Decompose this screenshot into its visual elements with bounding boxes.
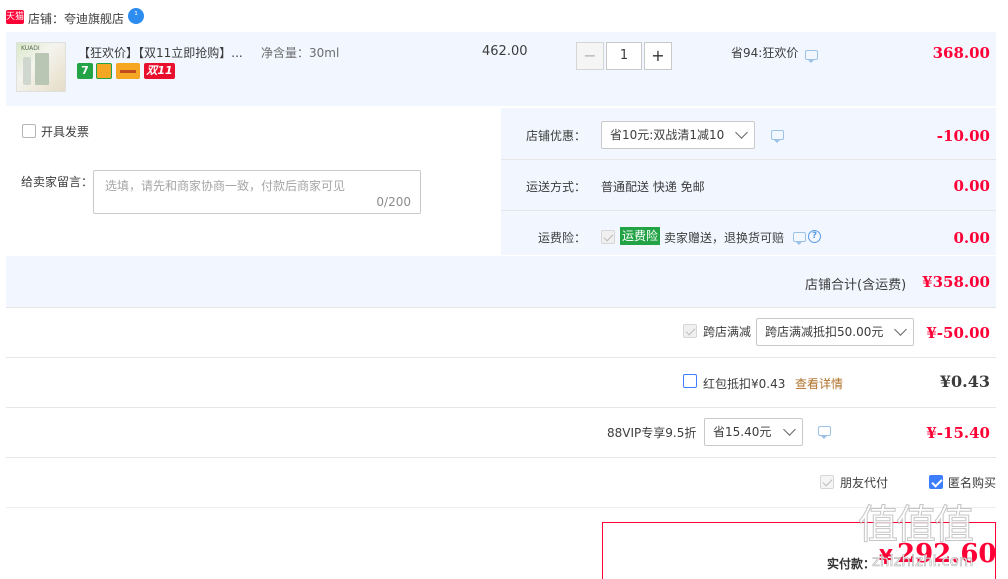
quantity-stepper: − 1 + bbox=[576, 42, 672, 70]
product-spec: 净含量：30ml bbox=[261, 46, 340, 60]
tmall-badge: 天猫 bbox=[6, 10, 25, 24]
thumb-box-icon bbox=[35, 53, 49, 85]
qty-minus-button[interactable]: − bbox=[576, 42, 604, 70]
promo-text: 省94:狂欢价 bbox=[731, 46, 799, 60]
anonymous-checkbox[interactable] bbox=[929, 475, 943, 489]
shop-chat-icon[interactable]: ¹ bbox=[128, 8, 144, 24]
cross-store-checkbox[interactable] bbox=[683, 324, 697, 338]
anonymous-label[interactable]: 匿名购买 bbox=[948, 474, 996, 491]
divider bbox=[6, 307, 996, 308]
chevron-down-icon bbox=[783, 423, 796, 436]
product-title[interactable]: 【狂欢价】【双11立即抢购】... bbox=[78, 44, 243, 61]
thumb-brand-text: KUADI bbox=[21, 45, 40, 52]
shipping-amount: 0.00 bbox=[953, 177, 990, 195]
cross-store-select[interactable]: 跨店满减抵扣50.00元 bbox=[756, 318, 914, 346]
item-subtotal: 368.00 bbox=[932, 44, 990, 62]
shop-name[interactable]: 店铺：夸迪旗舰店 bbox=[28, 10, 124, 27]
red-packet-checkbox[interactable] bbox=[683, 374, 697, 388]
watermark-site: zhizhizhi.com bbox=[872, 552, 974, 571]
cross-store-value: 跨店满减抵扣50.00元 bbox=[765, 325, 884, 339]
message-counter: 0/200 bbox=[376, 195, 411, 209]
quality-guarantee-icon bbox=[96, 63, 112, 79]
shop-discount-label: 店铺优惠： bbox=[526, 129, 587, 143]
help-icon[interactable]: ? bbox=[808, 230, 821, 243]
watermark-logo: 值值值 bbox=[858, 502, 975, 549]
insurance-checkbox[interactable] bbox=[601, 230, 615, 244]
invoice-label[interactable]: 开具发票 bbox=[41, 123, 89, 140]
divider bbox=[6, 507, 996, 508]
divider bbox=[6, 357, 996, 358]
discount-chat-icon[interactable] bbox=[771, 130, 784, 143]
chevron-down-icon bbox=[735, 126, 748, 139]
insurance-badge: 运费险 bbox=[620, 227, 661, 245]
shop-discount-value: 省10元:双战清1减10 bbox=[610, 128, 725, 142]
vip-amount: ¥-15.40 bbox=[926, 424, 990, 442]
qty-plus-button[interactable]: + bbox=[644, 42, 672, 70]
thumb-bottle-icon bbox=[23, 57, 31, 85]
red-packet-amount: ¥0.43 bbox=[939, 372, 990, 391]
shop-total-amount: ¥358.00 bbox=[922, 273, 990, 291]
divider bbox=[6, 407, 996, 408]
card-payment-icon bbox=[116, 63, 140, 79]
shop-discount-select[interactable]: 省10元:双战清1减10 bbox=[601, 121, 755, 149]
shipping-value: 普通配送 快递 免邮 bbox=[601, 180, 705, 194]
insurance-desc: 卖家赠送，退换货可赔 bbox=[664, 231, 785, 245]
message-label: 给卖家留言： bbox=[21, 175, 94, 189]
payment-label: 实付款： bbox=[827, 557, 876, 571]
shop-discount-amount: -10.00 bbox=[936, 127, 990, 145]
promo-chat-icon[interactable] bbox=[805, 50, 818, 63]
friend-pay-label[interactable]: 朋友代付 bbox=[840, 474, 888, 491]
insurance-label: 运费险： bbox=[538, 231, 587, 245]
double11-badge: 双11 bbox=[144, 63, 175, 79]
message-placeholder: 选填，请先和商家协商一致，付款后商家可见 bbox=[105, 179, 346, 193]
qty-input[interactable]: 1 bbox=[606, 42, 642, 70]
invoice-checkbox[interactable] bbox=[22, 124, 36, 138]
friend-pay-checkbox[interactable] bbox=[820, 475, 834, 489]
divider bbox=[6, 457, 996, 458]
product-thumbnail[interactable]: KUADI bbox=[16, 42, 66, 92]
shop-header: 天猫 店铺：夸迪旗舰店 ¹ bbox=[6, 8, 306, 28]
seven-day-return-icon: 7 bbox=[77, 63, 93, 79]
shop-total-label: 店铺合计(含运费) bbox=[805, 278, 907, 293]
cross-store-label: 跨店满减 bbox=[703, 325, 752, 339]
red-packet-label: 红包抵扣¥0.43 bbox=[703, 377, 786, 391]
insurance-amount: 0.00 bbox=[953, 229, 990, 247]
vip-value: 省15.40元 bbox=[713, 425, 772, 439]
shipping-label: 运送方式： bbox=[526, 180, 587, 194]
cross-store-amount: ¥-50.00 bbox=[926, 324, 990, 342]
vip-chat-icon[interactable] bbox=[818, 426, 831, 439]
insurance-chat-icon[interactable] bbox=[793, 232, 806, 245]
product-tags: 7 双11 bbox=[77, 63, 187, 79]
unit-price: 462.00 bbox=[482, 44, 528, 59]
vip-select[interactable]: 省15.40元 bbox=[704, 418, 803, 446]
card-stripe bbox=[120, 70, 136, 73]
vip-label: 88VIP专享9.5折 bbox=[607, 426, 697, 440]
message-textarea[interactable]: 选填，请先和商家协商一致，付款后商家可见 0/200 bbox=[93, 170, 421, 214]
red-packet-details-link[interactable]: 查看详情 bbox=[795, 375, 843, 392]
